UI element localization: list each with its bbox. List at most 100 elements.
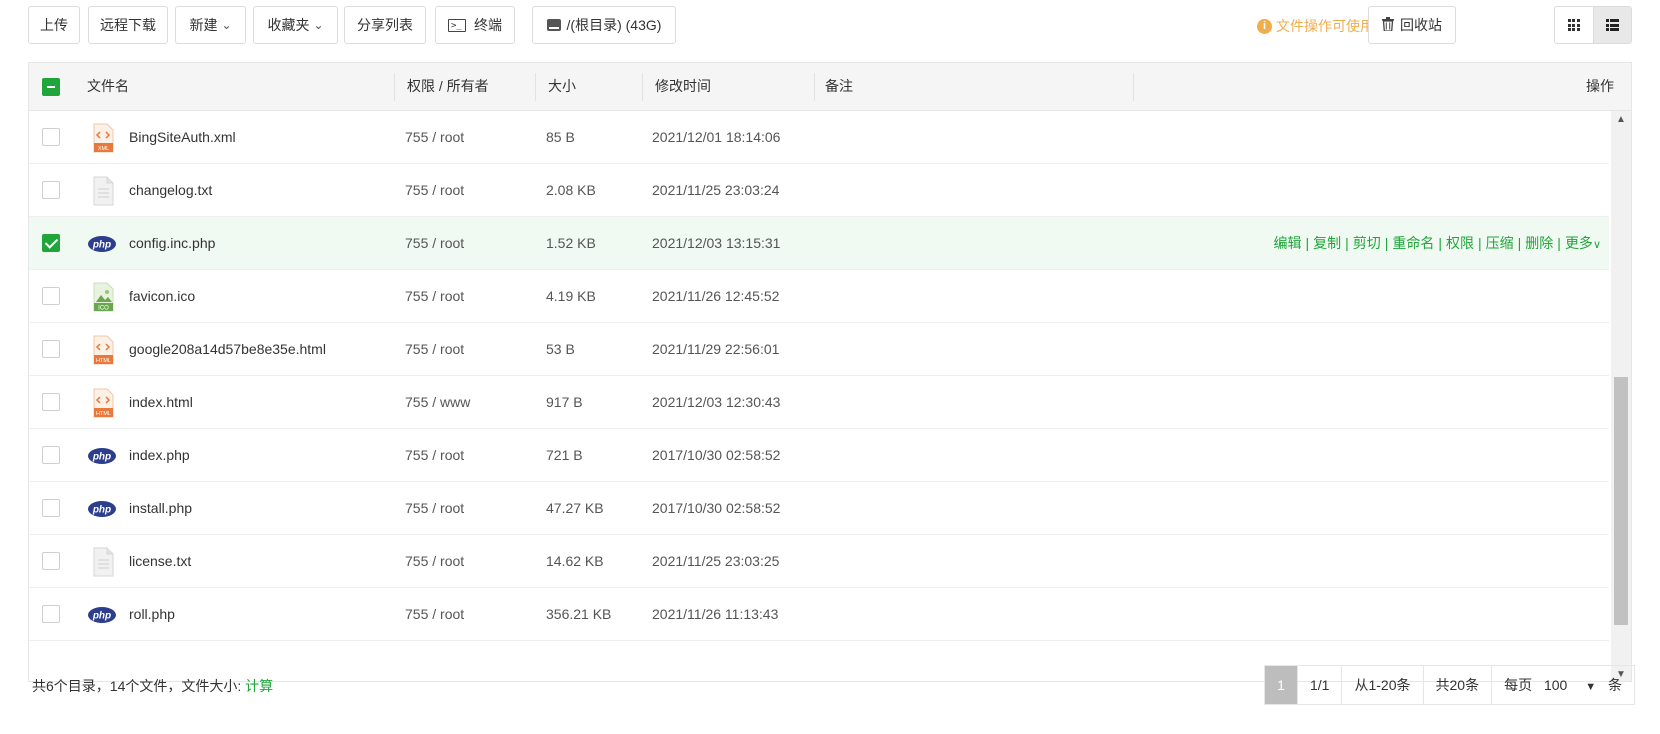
table-row[interactable]: changelog.txt 755 / root 2.08 KB 2021/11/25… xyxy=(29,164,1609,217)
page-total: 共20条 xyxy=(1422,666,1492,704)
share-list-button[interactable]: 分享列表 xyxy=(344,6,426,44)
file-size: 1.52 KB xyxy=(546,235,596,251)
file-permission[interactable]: 755 / root xyxy=(405,588,464,640)
vertical-scrollbar[interactable]: ▲ ▼ xyxy=(1611,111,1631,681)
chevron-down-icon: ⌄ xyxy=(221,18,232,32)
calculate-size-link[interactable]: 计算 xyxy=(245,678,273,694)
file-name[interactable]: index.php xyxy=(129,429,190,481)
php-file-icon: php xyxy=(87,600,116,630)
row-checkbox[interactable] xyxy=(42,287,60,305)
grid-view-button[interactable] xyxy=(1555,7,1593,43)
disk-label: /(根目录) (43G) xyxy=(566,17,662,33)
recycle-bin-label: 回收站 xyxy=(1400,17,1442,33)
header-permission[interactable]: 权限 / 所有者 xyxy=(407,63,489,110)
chevron-down-icon: ⌄ xyxy=(313,18,324,32)
recycle-bin-button[interactable]: 回收站 xyxy=(1368,6,1456,44)
row-action-2[interactable]: 剪切 xyxy=(1353,235,1381,251)
row-action-5[interactable]: 压缩 xyxy=(1486,235,1514,251)
table-row[interactable]: license.txt 755 / root 14.62 KB 2021/11/25 … xyxy=(29,535,1609,588)
page-count: 1/1 xyxy=(1297,666,1341,704)
row-action-1[interactable]: 复制 xyxy=(1313,235,1341,251)
table-row[interactable]: XML BingSiteAuth.xml 755 / root 85 B 2021/12… xyxy=(29,111,1609,164)
action-separator: | xyxy=(1557,235,1561,251)
table-row[interactable]: php roll.php 755 / root 356.21 KB 2021/11/26… xyxy=(29,588,1609,641)
row-checkbox[interactable] xyxy=(42,181,60,199)
new-label: 新建 xyxy=(189,17,218,33)
file-size: 14.62 KB xyxy=(546,553,604,569)
row-checkbox[interactable] xyxy=(42,499,60,517)
view-toggle xyxy=(1554,6,1632,44)
row-checkbox[interactable] xyxy=(42,605,60,623)
file-table: 文件名 权限 / 所有者 大小 修改时间 备注 操作 XML BingSiteAu… xyxy=(28,62,1632,682)
per-page-selector[interactable]: 每页 100 ▼ 条 xyxy=(1491,666,1634,704)
file-permission[interactable]: 755 / root xyxy=(405,217,464,269)
terminal-button[interactable]: >_ 终端 xyxy=(435,6,515,44)
row-checkbox[interactable] xyxy=(42,128,60,146)
txt-file-icon xyxy=(90,176,116,206)
upload-button[interactable]: 上传 xyxy=(28,6,80,44)
file-permission[interactable]: 755 / root xyxy=(405,323,464,375)
file-permission[interactable]: 755 / root xyxy=(405,482,464,534)
table-row[interactable]: HTML index.html 755 / www 917 B 2021/12/03 1… xyxy=(29,376,1609,429)
file-name[interactable]: google208a14d57be8e35e.html xyxy=(129,323,326,375)
list-view-button[interactable] xyxy=(1592,7,1631,43)
file-name[interactable]: index.html xyxy=(129,376,193,428)
file-size: 917 B xyxy=(546,394,583,410)
column-divider xyxy=(535,73,536,101)
scrollbar-thumb[interactable] xyxy=(1614,377,1628,625)
row-action-6[interactable]: 删除 xyxy=(1525,235,1553,251)
file-name[interactable]: roll.php xyxy=(129,588,175,640)
header-name[interactable]: 文件名 xyxy=(87,63,129,110)
chevron-down-icon[interactable]: ▼ xyxy=(1585,681,1596,693)
table-row[interactable]: php install.php 755 / root 47.27 KB 2017/10/… xyxy=(29,482,1609,535)
row-action-4[interactable]: 权限 xyxy=(1446,235,1474,251)
file-mtime: 2021/11/26 12:45:52 xyxy=(652,288,780,304)
action-separator: | xyxy=(1305,235,1310,251)
file-name[interactable]: favicon.ico xyxy=(129,270,195,322)
new-dropdown-button[interactable]: 新建 ⌄ xyxy=(175,6,246,44)
file-mtime: 2017/10/30 02:58:52 xyxy=(652,447,781,463)
chevron-down-icon[interactable]: ∨ xyxy=(1593,239,1601,251)
row-action-0[interactable]: 编辑 xyxy=(1273,235,1301,251)
row-action-3[interactable]: 重命名 xyxy=(1392,235,1434,251)
page-current[interactable]: 1 xyxy=(1265,666,1297,704)
column-divider xyxy=(814,73,815,101)
file-name[interactable]: license.txt xyxy=(129,535,191,587)
table-row[interactable]: php index.php 755 / root 721 B 2017/10/30 02… xyxy=(29,429,1609,482)
file-size: 721 B xyxy=(546,447,583,463)
per-page-value[interactable]: 100 xyxy=(1544,677,1567,693)
file-name[interactable]: config.inc.php xyxy=(129,217,215,269)
row-checkbox[interactable] xyxy=(42,234,60,252)
file-permission[interactable]: 755 / root xyxy=(405,111,464,163)
row-checkbox[interactable] xyxy=(42,446,60,464)
table-row[interactable]: php config.inc.php 755 / root 1.52 KB 2021/1… xyxy=(29,217,1609,270)
file-permission[interactable]: 755 / root xyxy=(405,270,464,322)
terminal-icon: >_ xyxy=(448,18,466,32)
file-mtime: 2017/10/30 02:58:52 xyxy=(652,500,781,516)
favorites-dropdown-button[interactable]: 收藏夹 ⌄ xyxy=(253,6,338,44)
file-permission[interactable]: 755 / root xyxy=(405,429,464,481)
html-file-icon: HTML xyxy=(90,388,116,418)
disk-root-button[interactable]: /(根目录) (43G) xyxy=(532,6,676,44)
list-icon xyxy=(1605,19,1619,31)
row-checkbox[interactable] xyxy=(42,552,60,570)
file-name[interactable]: changelog.txt xyxy=(129,164,212,216)
table-row[interactable]: ICO favicon.ico 755 / root 4.19 KB 2021/11/2… xyxy=(29,270,1609,323)
scroll-up-arrow-icon[interactable]: ▲ xyxy=(1611,111,1631,128)
row-checkbox[interactable] xyxy=(42,393,60,411)
select-all-checkbox[interactable] xyxy=(42,78,60,96)
upload-label: 上传 xyxy=(40,17,68,33)
file-name[interactable]: install.php xyxy=(129,482,192,534)
header-mtime[interactable]: 修改时间 xyxy=(655,63,711,110)
svg-text:HTML: HTML xyxy=(96,358,111,364)
row-action-7[interactable]: 更多 xyxy=(1565,235,1593,251)
file-permission[interactable]: 755 / root xyxy=(405,535,464,587)
header-size[interactable]: 大小 xyxy=(548,63,576,110)
file-permission[interactable]: 755 / root xyxy=(405,164,464,216)
file-name[interactable]: BingSiteAuth.xml xyxy=(129,111,236,163)
file-permission[interactable]: 755 / www xyxy=(405,376,470,428)
row-checkbox[interactable] xyxy=(42,340,60,358)
remote-download-button[interactable]: 远程下载 xyxy=(88,6,168,44)
page-range: 从1-20条 xyxy=(1341,666,1422,704)
table-row[interactable]: HTML google208a14d57be8e35e.html 755 / roo… xyxy=(29,323,1609,376)
